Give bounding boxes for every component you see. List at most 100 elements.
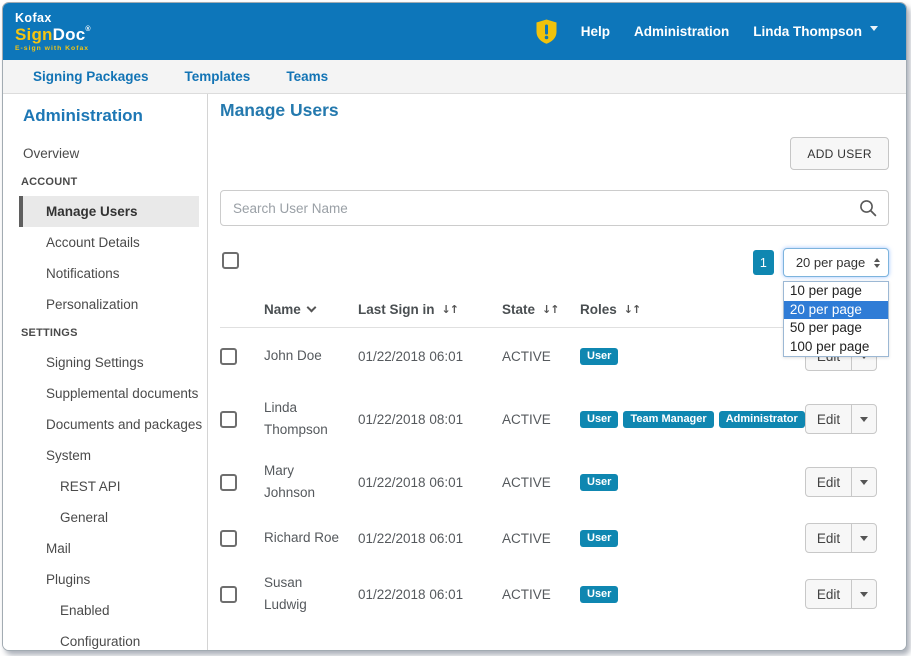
user-name: Linda Thompson [753, 24, 862, 39]
user-name-cell: Richard Roe [264, 527, 358, 549]
add-user-button[interactable]: ADD USER [790, 137, 888, 170]
row-checkbox[interactable] [220, 348, 237, 365]
role-badge: Administrator [719, 411, 805, 428]
role-badge: User [580, 348, 618, 365]
edit-split-button: Edit [805, 467, 877, 497]
caret-down-icon [860, 417, 868, 422]
row-checkbox[interactable] [220, 586, 237, 603]
per-page-option-50[interactable]: 50 per page [784, 319, 888, 338]
per-page-option-20[interactable]: 20 per page [784, 301, 888, 320]
edit-split-button: Edit [805, 404, 877, 434]
user-menu[interactable]: Linda Thompson [753, 24, 878, 39]
last-sign-in-cell: 01/22/2018 06:01 [358, 349, 502, 364]
search-icon[interactable] [859, 199, 877, 217]
search-input[interactable] [220, 190, 889, 226]
sidebar-item-documents-and-packages[interactable]: Documents and packages [3, 409, 207, 440]
role-badge: User [580, 530, 618, 547]
logo-product: SignDoc® [15, 26, 91, 43]
edit-dropdown-toggle[interactable] [851, 580, 876, 608]
sidebar-item-plugins[interactable]: Plugins [3, 564, 207, 595]
sidebar-item-mail[interactable]: Mail [3, 533, 207, 564]
app-window: Kofax SignDoc® E-sign with Kofax Help Ad… [2, 2, 907, 651]
top-header-bar: Kofax SignDoc® E-sign with Kofax Help Ad… [3, 3, 906, 60]
per-page-dropdown-menu: 10 per page 20 per page 50 per page 100 … [783, 281, 889, 357]
state-cell: ACTIVE [502, 531, 580, 546]
manage-users-panel: Manage Users ADD USER 1 20 per page [208, 94, 907, 651]
sidebar-item-configuration[interactable]: Configuration [3, 626, 207, 651]
sidebar-item-enabled[interactable]: Enabled [3, 595, 207, 626]
administration-link[interactable]: Administration [634, 24, 729, 39]
nav-teams[interactable]: Teams [286, 69, 328, 84]
state-cell: ACTIVE [502, 587, 580, 602]
sidebar-item-overview[interactable]: Overview [3, 138, 207, 169]
edit-dropdown-toggle[interactable] [851, 524, 876, 552]
chevron-down-icon [870, 26, 878, 31]
edit-split-button: Edit [805, 579, 877, 609]
column-header-last-sign-in[interactable]: Last Sign in ↓↑ [358, 302, 502, 317]
state-cell: ACTIVE [502, 349, 580, 364]
edit-split-button: Edit [805, 523, 877, 553]
per-page-select[interactable]: 20 per page [783, 248, 889, 277]
per-page-option-10[interactable]: 10 per page [784, 282, 888, 301]
sidebar-item-system[interactable]: System [3, 440, 207, 471]
sort-both-icon: ↓↑ [442, 303, 458, 316]
sidebar-item-notifications[interactable]: Notifications [3, 258, 207, 289]
kofax-signdoc-logo: Kofax SignDoc® E-sign with Kofax [15, 10, 91, 52]
column-header-state[interactable]: State ↓↑ [502, 302, 580, 317]
logo-tagline: E-sign with Kofax [15, 46, 91, 53]
logo-brand: Kofax [15, 12, 91, 25]
state-cell: ACTIVE [502, 412, 580, 427]
sort-desc-icon [306, 303, 316, 313]
last-sign-in-cell: 01/22/2018 06:01 [358, 475, 502, 490]
per-page-value: 20 per page [796, 255, 865, 270]
edit-button[interactable]: Edit [806, 405, 851, 433]
page-number-button[interactable]: 1 [753, 250, 774, 275]
nav-signing-packages[interactable]: Signing Packages [33, 69, 149, 84]
row-checkbox[interactable] [220, 474, 237, 491]
sidebar-item-account-details[interactable]: Account Details [3, 227, 207, 258]
caret-down-icon [860, 480, 868, 485]
state-cell: ACTIVE [502, 475, 580, 490]
per-page-option-100[interactable]: 100 per page [784, 338, 888, 357]
edit-button[interactable]: Edit [806, 524, 851, 552]
role-badge: User [580, 411, 618, 428]
role-badge: User [580, 474, 618, 491]
select-all-checkbox[interactable] [222, 252, 239, 269]
user-name-cell: John Doe [264, 345, 358, 367]
topbar-right-menu: Help Administration Linda Thompson [536, 19, 878, 44]
page-title: Manage Users [220, 100, 889, 121]
user-name-cell: Mary Johnson [264, 460, 358, 503]
row-checkbox[interactable] [220, 530, 237, 547]
caret-down-icon [860, 592, 868, 597]
trademark-icon: ® [85, 26, 90, 33]
role-badge: Team Manager [623, 411, 713, 428]
sidebar-item-signing-settings[interactable]: Signing Settings [3, 347, 207, 378]
admin-sidebar: Administration Overview ACCOUNT Manage U… [3, 94, 208, 651]
edit-button[interactable]: Edit [806, 580, 851, 608]
sidebar-section-settings: SETTINGS [3, 320, 207, 347]
sidebar-item-supplemental-documents[interactable]: Supplemental documents [3, 378, 207, 409]
help-link[interactable]: Help [581, 24, 610, 39]
last-sign-in-cell: 01/22/2018 08:01 [358, 412, 502, 427]
sidebar-title: Administration [3, 106, 207, 126]
last-sign-in-cell: 01/22/2018 06:01 [358, 587, 502, 602]
sort-both-icon: ↓↑ [624, 303, 640, 316]
user-name-cell: Susan Ludwig [264, 572, 358, 615]
sidebar-item-rest-api[interactable]: REST API [3, 471, 207, 502]
table-row: Richard Roe 01/22/2018 06:01 ACTIVE User… [220, 510, 889, 566]
nav-templates[interactable]: Templates [185, 69, 251, 84]
edit-dropdown-toggle[interactable] [851, 405, 876, 433]
sidebar-item-personalization[interactable]: Personalization [3, 289, 207, 320]
column-header-roles[interactable]: Roles ↓↑ [580, 302, 805, 317]
sidebar-item-manage-users[interactable]: Manage Users [19, 196, 199, 227]
column-header-name[interactable]: Name [264, 302, 358, 317]
content-area: Administration Overview ACCOUNT Manage U… [3, 94, 906, 651]
warning-shield-icon[interactable] [536, 19, 557, 44]
edit-dropdown-toggle[interactable] [851, 468, 876, 496]
main-nav-bar: Signing Packages Templates Teams [3, 60, 906, 94]
sidebar-item-general[interactable]: General [3, 502, 207, 533]
edit-button[interactable]: Edit [806, 468, 851, 496]
row-checkbox[interactable] [220, 411, 237, 428]
table-row: Mary Johnson 01/22/2018 06:01 ACTIVE Use… [220, 454, 889, 510]
role-badge: User [580, 586, 618, 603]
